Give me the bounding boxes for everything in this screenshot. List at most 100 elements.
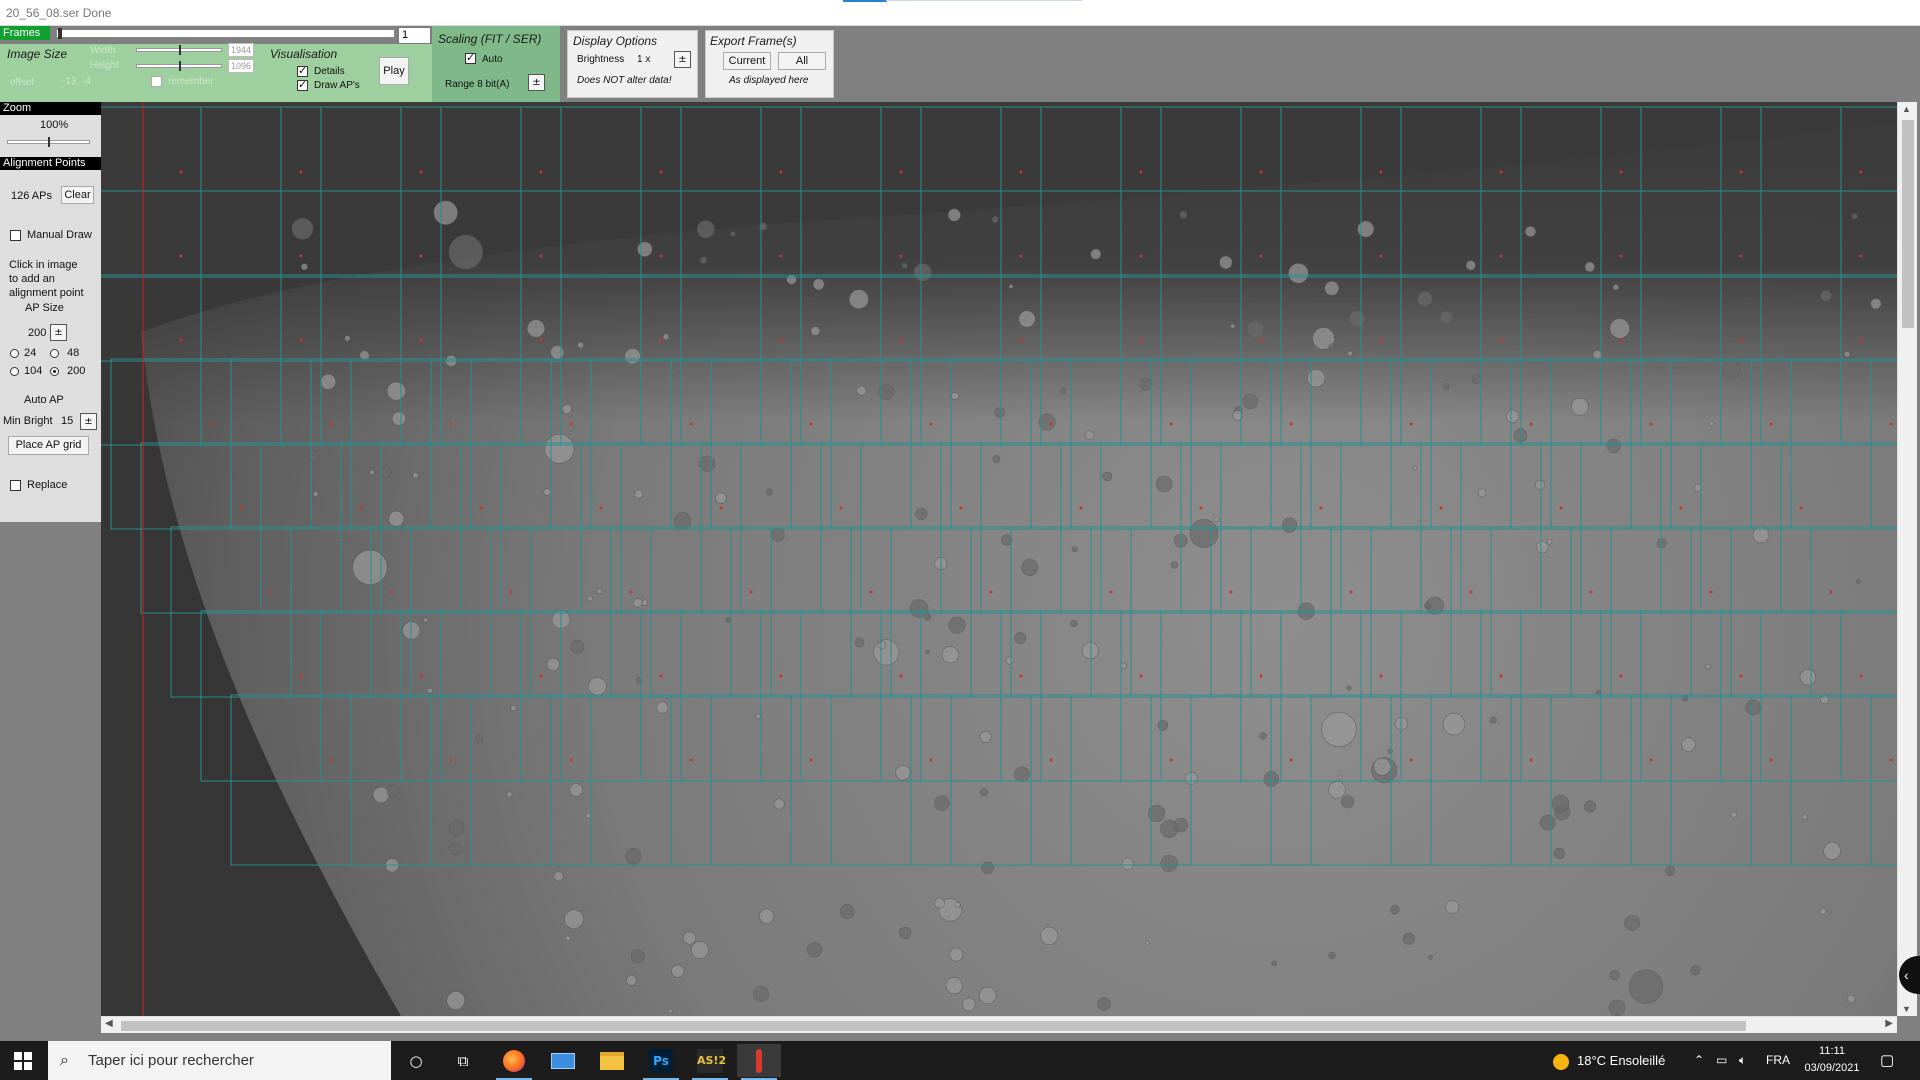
moon-image[interactable]: [101, 102, 1897, 1016]
weather-widget[interactable]: 18°C Ensoleillé: [1553, 1041, 1665, 1080]
ap-size-radio-104[interactable]: [10, 367, 19, 376]
crater: [448, 234, 484, 270]
crater: [1628, 969, 1664, 1004]
brightness-spin-button[interactable]: ±: [674, 51, 691, 68]
photoshop-icon[interactable]: Ps: [639, 1044, 683, 1080]
ap-size-radio-24[interactable]: [10, 349, 19, 358]
crater: [1656, 538, 1667, 549]
ap-dot: [1709, 590, 1713, 594]
crater: [934, 795, 950, 811]
crater: [810, 326, 821, 336]
crater: [961, 997, 976, 1012]
ap-size-spin-button[interactable]: ±: [50, 324, 67, 341]
crater: [812, 278, 825, 291]
crater: [423, 617, 429, 623]
draw-aps-checkbox[interactable]: [297, 78, 308, 91]
crater: [1173, 817, 1189, 833]
frames-slider[interactable]: [56, 28, 395, 39]
ap-dot: [1619, 674, 1623, 678]
crater: [1870, 298, 1882, 310]
crater: [1090, 248, 1102, 260]
frame-number-input[interactable]: 1: [398, 27, 431, 44]
height-slider[interactable]: [136, 61, 222, 71]
crater: [1823, 842, 1841, 860]
manual-draw-checkbox[interactable]: [10, 230, 21, 241]
ap-size-radio-48[interactable]: [50, 349, 59, 358]
crater: [570, 639, 585, 654]
firefox-icon[interactable]: [492, 1044, 536, 1080]
windows-start-icon[interactable]: [14, 1052, 32, 1070]
ap-dot: [779, 674, 783, 678]
clear-aps-button[interactable]: Clear: [61, 186, 94, 204]
ap-dot: [809, 422, 813, 426]
ap-dot: [1499, 674, 1503, 678]
horizontal-scroll-thumb[interactable]: [121, 1021, 1746, 1031]
ap-dot: [239, 506, 243, 510]
file-explorer-icon[interactable]: [590, 1044, 634, 1077]
crater: [1546, 538, 1553, 545]
details-checkbox[interactable]: [297, 64, 308, 77]
cortana-icon[interactable]: ○: [394, 1044, 438, 1077]
scroll-up-arrow[interactable]: ▲: [1902, 104, 1911, 114]
image-viewport[interactable]: [101, 102, 1897, 1016]
range-spin-button[interactable]: ±: [528, 74, 545, 91]
replace-checkbox[interactable]: [10, 480, 21, 491]
ap-size-radio-200[interactable]: [50, 367, 59, 376]
crater: [564, 909, 584, 930]
language-indicator[interactable]: FRA: [1766, 1041, 1790, 1080]
ap-dot: [899, 170, 903, 174]
crater: [380, 466, 392, 479]
frames-slider-knob[interactable]: [58, 28, 62, 39]
mail-icon[interactable]: [541, 1044, 585, 1077]
ap-dot: [1319, 506, 1323, 510]
scroll-right-arrow[interactable]: ▶: [1885, 1018, 1893, 1029]
ap-dot: [659, 674, 663, 678]
place-ap-grid-button[interactable]: Place AP grid: [8, 436, 89, 455]
ap-dot: [1019, 254, 1023, 258]
crater: [448, 842, 462, 856]
ap-dot: [689, 758, 693, 762]
ap-dot: [1619, 254, 1623, 258]
ap-dot: [779, 170, 783, 174]
remember-checkbox[interactable]: [151, 76, 162, 87]
taskbar-search[interactable]: ⌕ Taper ici pour rechercher: [48, 1041, 391, 1080]
notifications-icon[interactable]: ▢: [1880, 1041, 1894, 1080]
ap-dot: [1859, 254, 1863, 258]
min-bright-value[interactable]: 15: [61, 415, 73, 427]
scroll-down-arrow[interactable]: ▼: [1902, 1004, 1911, 1014]
auto-checkbox[interactable]: [465, 51, 476, 64]
chevron-up-icon[interactable]: ⌃: [1694, 1041, 1704, 1080]
zoom-slider[interactable]: [7, 137, 90, 147]
play-button[interactable]: Play: [379, 57, 409, 85]
crater: [1843, 351, 1851, 358]
ap-dot: [809, 758, 813, 762]
ap-size-value[interactable]: 200: [28, 327, 46, 339]
crater: [1820, 290, 1832, 302]
export-all-button[interactable]: All: [778, 52, 826, 70]
crater: [682, 931, 696, 945]
task-view-icon[interactable]: ⧉: [441, 1044, 485, 1077]
ap-dot: [1649, 422, 1653, 426]
crater: [449, 820, 465, 836]
speaker-icon[interactable]: 🔈︎: [1739, 1041, 1746, 1080]
ap-dot: [1499, 338, 1503, 342]
ap-dot: [329, 422, 333, 426]
crater: [909, 599, 929, 618]
crater: [1328, 343, 1336, 351]
as2-icon[interactable]: AS!2: [688, 1044, 732, 1080]
vertical-scrollbar[interactable]: ▲ ▼: [1897, 102, 1917, 1016]
network-icon[interactable]: ▭: [1716, 1041, 1727, 1080]
clock[interactable]: 11:11 03/09/2021: [1800, 1043, 1864, 1077]
crater: [1708, 420, 1715, 427]
horizontal-scrollbar[interactable]: ◀ ▶: [101, 1016, 1897, 1033]
crater: [1851, 213, 1858, 220]
scroll-left-arrow[interactable]: ◀: [105, 1018, 113, 1029]
autostakkert-icon[interactable]: [737, 1044, 781, 1080]
width-slider[interactable]: [136, 45, 222, 55]
crater: [730, 231, 736, 237]
min-bright-spin-button[interactable]: ±: [80, 413, 97, 430]
export-current-button[interactable]: Current: [723, 52, 771, 70]
ap-dot: [1619, 338, 1623, 342]
crater: [1551, 794, 1570, 813]
vertical-scroll-thumb[interactable]: [1902, 120, 1914, 328]
